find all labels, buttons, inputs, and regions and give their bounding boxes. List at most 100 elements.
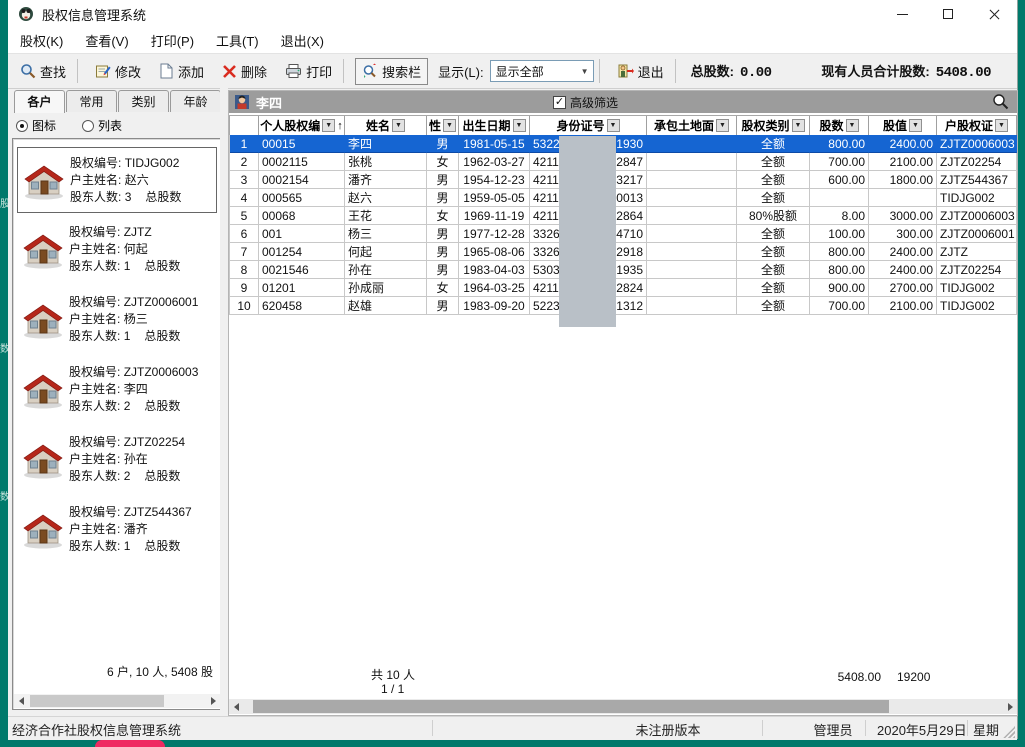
cell-land[interactable]: [647, 135, 737, 153]
cell-land[interactable]: [647, 171, 737, 189]
scrollbar-thumb[interactable]: [30, 695, 164, 707]
filter-dropdown-icon[interactable]: ▼: [846, 119, 859, 132]
cell-dob[interactable]: 1965-08-06: [459, 243, 530, 261]
column-header[interactable]: 个人股权编▼↑: [259, 116, 345, 136]
tab-age[interactable]: 年龄: [170, 90, 221, 112]
advanced-filter-control[interactable]: ✓ 高级筛选: [553, 94, 618, 111]
cell-cert[interactable]: ZJTZ0006001: [937, 225, 1017, 243]
filter-dropdown-icon[interactable]: ▼: [443, 119, 456, 132]
cell-code[interactable]: 000565: [259, 189, 345, 207]
cell-value[interactable]: 2400.00: [869, 243, 937, 261]
tab-households[interactable]: 各户: [14, 90, 65, 113]
cell-cert[interactable]: ZJTZ544367: [937, 171, 1017, 189]
cell-land[interactable]: [647, 243, 737, 261]
household-item[interactable]: 股权编号: ZJTZ02254户主姓名: 孙在股东人数: 2总股数: [17, 427, 222, 491]
cell-type[interactable]: 全额: [737, 279, 810, 297]
magnifier-icon[interactable]: [992, 93, 1009, 110]
column-header[interactable]: 股数▼: [810, 116, 869, 136]
cell-dob[interactable]: 1977-12-28: [459, 225, 530, 243]
scroll-right-arrow[interactable]: [1003, 700, 1017, 714]
cell-shares[interactable]: [810, 189, 869, 207]
cell-type[interactable]: 全额: [737, 189, 810, 207]
cell-type[interactable]: 全额: [737, 153, 810, 171]
cell-num[interactable]: 6: [230, 225, 259, 243]
table-row[interactable]: 100015李四男1981-05-15532221930全额800.002400…: [230, 135, 1017, 153]
column-header[interactable]: 出生日期▼: [459, 116, 530, 136]
filter-dropdown-icon[interactable]: ▼: [513, 119, 526, 132]
column-header[interactable]: 户股权证▼: [937, 116, 1017, 136]
tab-common[interactable]: 常用: [66, 90, 117, 112]
cell-name[interactable]: 张桃: [345, 153, 427, 171]
cell-code[interactable]: 00015: [259, 135, 345, 153]
cell-value[interactable]: 2100.00: [869, 153, 937, 171]
edit-button[interactable]: 修改: [89, 59, 147, 84]
cell-name[interactable]: 何起: [345, 243, 427, 261]
sidebar-horizontal-scrollbar[interactable]: [14, 694, 220, 708]
scrollbar-thumb[interactable]: [253, 700, 889, 713]
column-header[interactable]: 承包土地面▼: [647, 116, 737, 136]
cell-land[interactable]: [647, 189, 737, 207]
cell-gender[interactable]: 女: [427, 153, 459, 171]
cell-gender[interactable]: 男: [427, 171, 459, 189]
filter-dropdown-icon[interactable]: ▼: [909, 119, 922, 132]
cell-gender[interactable]: 男: [427, 261, 459, 279]
cell-name[interactable]: 孙成丽: [345, 279, 427, 297]
cell-value[interactable]: 2400.00: [869, 135, 937, 153]
cell-shares[interactable]: 800.00: [810, 243, 869, 261]
cell-code[interactable]: 620458: [259, 297, 345, 315]
cell-value[interactable]: 2700.00: [869, 279, 937, 297]
cell-cert[interactable]: TIDJG002: [937, 189, 1017, 207]
cell-code[interactable]: 0002115: [259, 153, 345, 171]
cell-value[interactable]: 2100.00: [869, 297, 937, 315]
household-item[interactable]: 股权编号: ZJTZ户主姓名: 何起股东人数: 1总股数: [17, 217, 222, 281]
cell-cert[interactable]: ZJTZ02254: [937, 153, 1017, 171]
cell-gender[interactable]: 女: [427, 279, 459, 297]
print-button[interactable]: 打印: [279, 59, 338, 84]
menu-equity[interactable]: 股权(K): [10, 28, 73, 53]
cell-shares[interactable]: 700.00: [810, 297, 869, 315]
cell-code[interactable]: 001254: [259, 243, 345, 261]
cell-name[interactable]: 李四: [345, 135, 427, 153]
exit-button[interactable]: 退出: [611, 59, 670, 84]
household-item[interactable]: 股权编号: ZJTZ0006003户主姓名: 李四股东人数: 2总股数: [17, 357, 222, 421]
cell-num[interactable]: 3: [230, 171, 259, 189]
cell-num[interactable]: 8: [230, 261, 259, 279]
add-button[interactable]: 添加: [153, 59, 210, 84]
maximize-button[interactable]: [925, 0, 971, 28]
menu-print[interactable]: 打印(P): [141, 28, 204, 53]
checkbox-checked-icon[interactable]: ✓: [553, 96, 566, 109]
cell-num[interactable]: 7: [230, 243, 259, 261]
cell-num[interactable]: 5: [230, 207, 259, 225]
table-horizontal-scrollbar[interactable]: [229, 699, 1017, 714]
cell-dob[interactable]: 1962-03-27: [459, 153, 530, 171]
cell-code[interactable]: 0021546: [259, 261, 345, 279]
cell-shares[interactable]: 800.00: [810, 135, 869, 153]
cell-value[interactable]: 1800.00: [869, 171, 937, 189]
panel-splitter[interactable]: [220, 88, 228, 716]
cell-num[interactable]: 9: [230, 279, 259, 297]
cell-gender[interactable]: 男: [427, 135, 459, 153]
table-row[interactable]: 10620458赵雄男1983-09-20522321312全额700.0021…: [230, 297, 1017, 315]
cell-dob[interactable]: 1954-12-23: [459, 171, 530, 189]
table-row[interactable]: 20002115张桃女1962-03-27421122847全额700.0021…: [230, 153, 1017, 171]
household-item[interactable]: 股权编号: ZJTZ0006001户主姓名: 杨三股东人数: 1总股数: [17, 287, 222, 351]
cell-cert[interactable]: TIDJG002: [937, 279, 1017, 297]
menu-tools[interactable]: 工具(T): [206, 28, 269, 53]
cell-type[interactable]: 全额: [737, 243, 810, 261]
table-row[interactable]: 4000565赵六男1959-05-05421120013全额TIDJG002: [230, 189, 1017, 207]
cell-gender[interactable]: 女: [427, 207, 459, 225]
tab-category[interactable]: 类别: [118, 90, 169, 112]
cell-name[interactable]: 王花: [345, 207, 427, 225]
filter-dropdown-icon[interactable]: ▼: [792, 119, 805, 132]
cell-shares[interactable]: 800.00: [810, 261, 869, 279]
table-row[interactable]: 30002154潘齐男1954-12-23421123217全额600.0018…: [230, 171, 1017, 189]
cell-dob[interactable]: 1969-11-19: [459, 207, 530, 225]
cell-type[interactable]: 80%股额: [737, 207, 810, 225]
cell-cert[interactable]: ZJTZ0006003: [937, 207, 1017, 225]
cell-value[interactable]: 2400.00: [869, 261, 937, 279]
cell-land[interactable]: [647, 153, 737, 171]
find-button[interactable]: 查找: [14, 59, 72, 84]
cell-shares[interactable]: 100.00: [810, 225, 869, 243]
filter-dropdown-icon[interactable]: ▼: [995, 119, 1008, 132]
cell-code[interactable]: 01201: [259, 279, 345, 297]
